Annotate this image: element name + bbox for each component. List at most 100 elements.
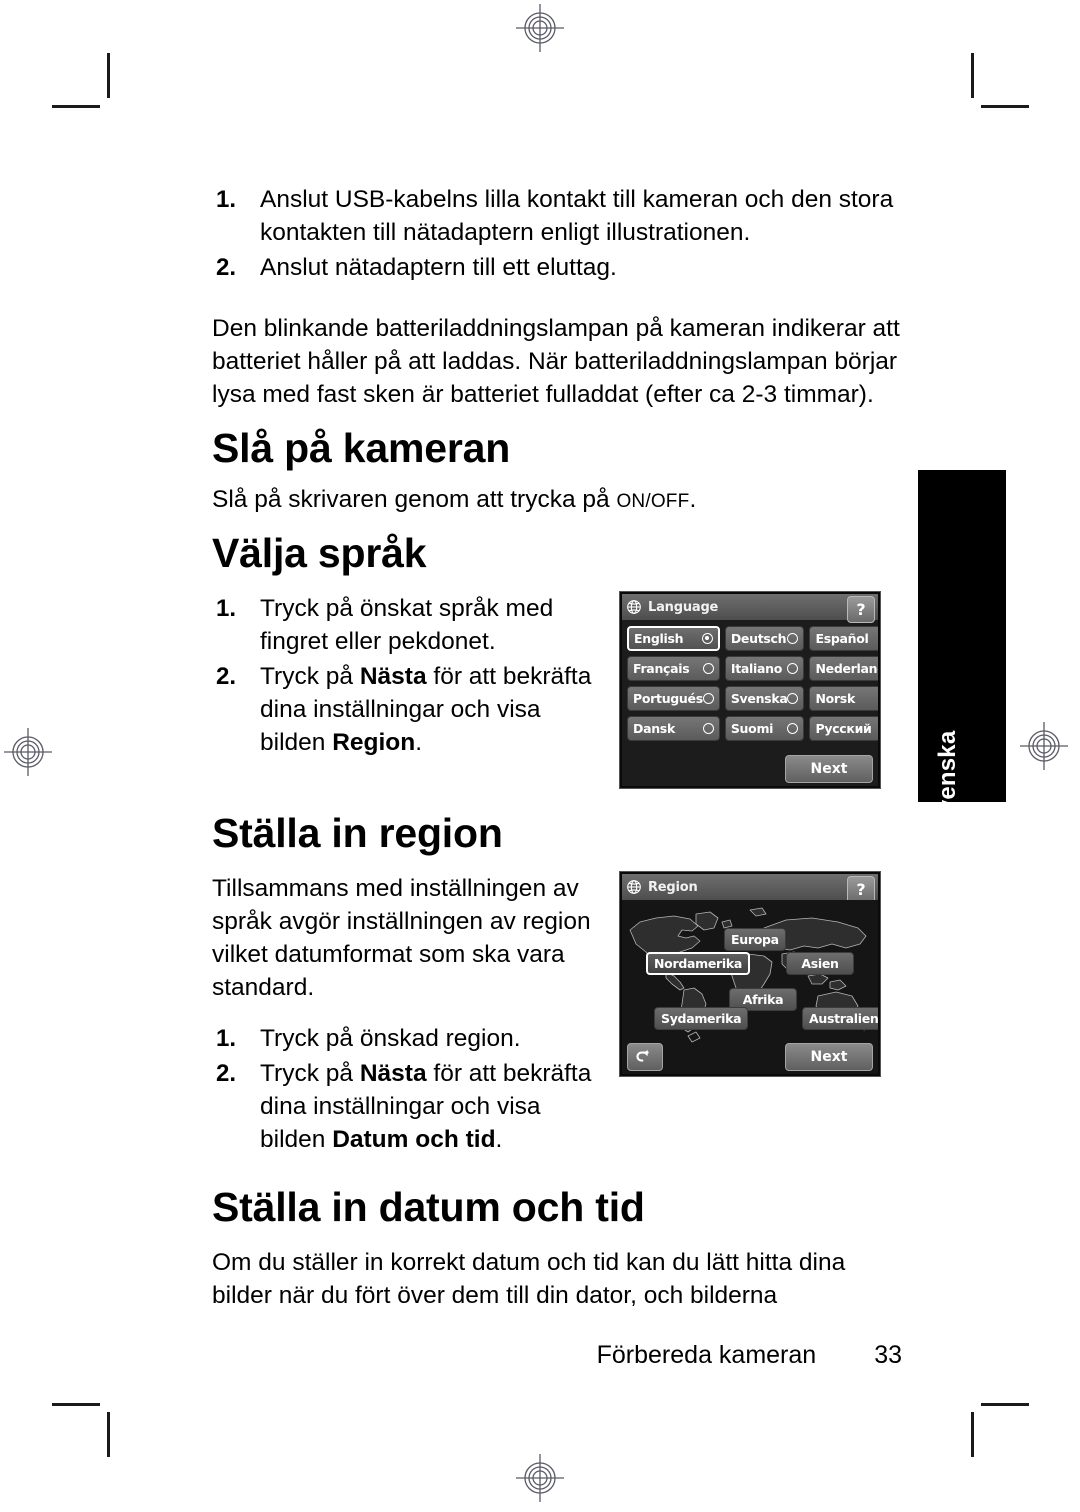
heading-power-on: Slå på kameran [212,425,511,471]
language-option-label: Deutsch [730,631,787,646]
footer-page-number: 33 [874,1341,902,1369]
language-option-nederlands[interactable]: Nederlands [809,656,878,681]
language-option-dansk[interactable]: Dansk [627,716,720,741]
list-item-number: 1. [216,595,237,622]
power-on-text-after: . [689,486,697,513]
next-button[interactable]: Next [785,1043,873,1071]
list-item: 1. Tryck på önskad region. [212,1022,602,1055]
language-option-label: Français [633,661,690,676]
radio-button[interactable] [787,633,799,644]
list-item-number: 2. [216,1060,237,1087]
language-option-english[interactable]: English [627,626,720,651]
radio-button[interactable] [787,663,799,674]
footer-section-title: Förbereda kameran [596,1341,817,1369]
region-option-label: Nordamerika [654,956,742,971]
region-option-sydamerika[interactable]: Sydamerika [654,1007,749,1030]
power-on-paragraph: Slå på skrivaren genom att trycka på ON/… [212,483,902,518]
charging-paragraph: Den blinkande batteriladdningslampan på … [212,315,900,408]
language-steps-list: 1. Tryck på önskat språk med fingret ell… [212,592,602,759]
language-option-francais[interactable]: Français [627,656,720,681]
region-steps-list: 1. Tryck på önskad region. 2. Tryck på N… [212,1022,602,1156]
lcd-screen-region: Region ? Nordamerika Europa Asien Afrika… [620,872,880,1076]
language-option-espanol[interactable]: Español [809,626,878,651]
region-text-column: Tillsammans med inställningen av språk a… [212,872,602,1158]
lcd-language-title: Language [648,599,719,615]
region-option-label: Asien [801,956,839,971]
list-item-number: 2. [216,663,237,690]
language-option-label: Svenska [730,691,788,706]
language-option-label: Italiano [730,661,783,676]
lcd-screen-language: Language ? English Deutsch Español Franç… [620,592,880,788]
language-option-label: Nederlands [815,661,878,676]
list-item-number: 1. [216,186,237,213]
region-option-australien[interactable]: Australien [802,1007,879,1030]
lcd-language-footer: Next [622,755,878,783]
lcd-region-titlebar: Region ? [622,874,878,903]
list-item-text: Tryck på önskad region. [260,1025,521,1052]
datetime-paragraph: Om du ställer in korrekt datum och tid k… [212,1249,846,1309]
language-option-portugues[interactable]: Portugués [627,686,720,711]
language-option-norsk[interactable]: Norsk [809,686,878,711]
heading-set-region: Ställa in region [212,810,503,856]
list-item-text: Tryck på Nästa för att bekräfta dina ins… [260,1060,592,1153]
list-item-text: Anslut USB-kabelns lilla kontakt till ka… [260,186,894,246]
list-item: 2. Tryck på Nästa för att bekräfta dina … [212,1057,602,1156]
onoff-button-label: ON/OFF [616,491,690,512]
region-section-body: Tillsammans med inställningen av språk a… [212,872,902,1158]
language-option-deutsch[interactable]: Deutsch [724,626,805,651]
language-option-svenska[interactable]: Svenska [724,686,805,711]
manual-page: 1. Anslut USB-kabelns lilla kontakt till… [0,0,1080,1512]
region-option-label: Europa [731,932,779,947]
language-option-label: Dansk [633,721,675,736]
language-screenshot-column: Language ? English Deutsch Español Franç… [620,592,880,788]
language-option-suomi[interactable]: Suomi [724,716,805,741]
region-option-asien[interactable]: Asien [786,952,854,975]
language-options-grid: English Deutsch Español Français Italian… [622,620,878,743]
language-side-tab-label: Svenska [934,730,961,830]
radio-button[interactable] [787,693,799,704]
language-section-body: 1. Tryck på önskat språk med fingret ell… [212,592,902,788]
region-option-europa[interactable]: Europa [724,928,786,951]
help-button[interactable]: ? [847,876,875,903]
heading-set-datetime: Ställa in datum och tid [212,1184,645,1230]
list-item-text: Tryck på Nästa för att bekräfta dina ins… [260,663,592,756]
globe-icon [626,599,642,615]
list-item: 1. Anslut USB-kabelns lilla kontakt till… [212,183,902,249]
back-arrow-icon[interactable] [627,1043,663,1071]
list-item-text: Tryck på önskat språk med fingret eller … [260,595,554,655]
region-option-label: Sydamerika [661,1011,742,1026]
region-screenshot-column: Region ? Nordamerika Europa Asien Afrika… [620,872,880,1076]
language-option-italiano[interactable]: Italiano [724,656,805,681]
list-item-number: 1. [216,1025,237,1052]
radio-button[interactable] [702,663,714,674]
region-option-label: Australien [809,1011,879,1026]
page-content: 1. Anslut USB-kabelns lilla kontakt till… [212,183,902,1312]
radio-button[interactable] [702,723,714,734]
language-option-label: English [634,631,684,646]
help-button[interactable]: ? [847,596,875,623]
language-steps-column: 1. Tryck på önskat språk med fingret ell… [212,592,602,761]
radio-button[interactable] [701,633,713,644]
globe-icon [626,879,642,895]
radio-button[interactable] [787,723,799,734]
language-option-russian[interactable]: Русский [809,716,878,741]
charging-steps-list: 1. Anslut USB-kabelns lilla kontakt till… [212,183,902,284]
next-button[interactable]: Next [785,755,873,783]
list-item-text: Anslut nätadaptern till ett eluttag. [260,254,617,281]
region-option-label: Afrika [742,992,784,1007]
region-paragraph: Tillsammans med inställningen av språk a… [212,875,591,1001]
lcd-region-footer: Next [622,1043,878,1071]
language-option-label: Norsk [815,691,855,706]
list-item: 1. Tryck på önskat språk med fingret ell… [212,592,602,658]
heading-select-language: Välja språk [212,530,427,576]
language-option-label: Portugués [633,691,703,706]
list-item: 2. Tryck på Nästa för att bekräfta dina … [212,660,602,759]
power-on-text-before: Slå på skrivaren genom att trycka på [212,486,617,513]
list-item-number: 2. [216,254,237,281]
region-option-nordamerika[interactable]: Nordamerika [646,952,750,975]
language-option-label: Español [815,631,869,646]
radio-button[interactable] [702,693,714,704]
language-side-tab: Svenska [918,470,1006,829]
list-item: 2. Anslut nätadaptern till ett eluttag. [212,251,902,284]
page-footer: Förbereda kameran 33 [212,1341,902,1370]
